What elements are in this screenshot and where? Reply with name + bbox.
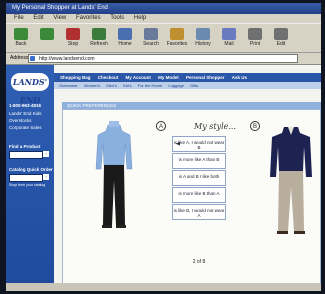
option-a-marker: A	[156, 121, 166, 131]
home-icon	[118, 28, 132, 40]
top-navigation: Shopping Bag Checkout My Account My Mode…	[54, 73, 321, 82]
address-label: Address	[10, 55, 29, 61]
option-b-marker: B	[250, 121, 260, 131]
outfit-a-image[interactable]	[94, 121, 134, 233]
find-go-button[interactable]: ›	[43, 151, 49, 157]
lands-end-logo[interactable]: LANDS' END	[11, 73, 49, 105]
menu-tools[interactable]: Tools	[110, 15, 124, 21]
menu-file[interactable]: File	[14, 15, 24, 21]
nav-my-account[interactable]: My Account	[126, 75, 151, 80]
catalog-order-label: Catalog Quick Order	[9, 167, 53, 172]
window-title: My Personal Shopper at Lands' End	[6, 3, 321, 14]
favorites-icon	[170, 28, 184, 40]
back-button[interactable]: Back	[10, 27, 32, 51]
page-icon	[30, 56, 35, 61]
refresh-button[interactable]: Refresh	[88, 27, 110, 51]
sidebar: LANDS' END 1-800-963-4816 Lands' End Kid…	[6, 65, 54, 291]
search-icon	[144, 28, 158, 40]
choice-like-b-not-a[interactable]: is like B, I would not wear A	[172, 204, 226, 220]
menu-view[interactable]: View	[53, 15, 66, 21]
catalog-order-input[interactable]	[9, 174, 43, 182]
nav-my-model[interactable]: My Model	[158, 75, 179, 80]
home-button[interactable]: Home	[114, 27, 136, 51]
nav-checkout[interactable]: Checkout	[98, 75, 119, 80]
subnav-womens[interactable]: Women's	[84, 83, 100, 88]
nav-shopping-bag[interactable]: Shopping Bag	[60, 75, 91, 80]
subnav-luggage[interactable]: Luggage	[168, 83, 184, 88]
nav-ask-us[interactable]: Ask Us	[232, 75, 247, 80]
monitor-screen: My Personal Shopper at Lands' End File E…	[6, 3, 321, 291]
catalog-go-button[interactable]: ›	[43, 174, 49, 180]
browser-toolbar: Back Stop Refresh Home Search Favorites	[6, 23, 321, 53]
print-icon	[248, 28, 262, 40]
subnav-gifts[interactable]: Gifts	[190, 83, 198, 88]
outfit-b-image[interactable]	[268, 125, 314, 237]
history-button[interactable]: History	[192, 27, 214, 51]
history-icon	[196, 28, 210, 40]
favorites-button[interactable]: Favorites	[166, 27, 188, 51]
subnav-home[interactable]: For the Home	[138, 83, 162, 88]
back-arrow-icon	[14, 28, 28, 40]
style-choice-list: ◀ is like A, I would not wear B is more …	[172, 136, 226, 221]
stop-button[interactable]: Stop	[62, 27, 84, 51]
forward-button[interactable]	[36, 27, 58, 51]
find-product-input[interactable]	[9, 151, 43, 159]
choice-more-like-b[interactable]: is more like B than A	[172, 187, 226, 203]
stop-icon	[66, 28, 80, 40]
nav-personal-shopper[interactable]: Personal Shopper	[186, 75, 225, 80]
sidebar-link-overstocks[interactable]: Overstocks	[9, 118, 32, 123]
edit-button[interactable]: Edit	[270, 27, 292, 51]
sidebar-link-corporate[interactable]: Corporate Sales	[9, 125, 42, 130]
address-bar: Address http://www.landsend.com	[6, 53, 321, 65]
mail-icon	[222, 28, 236, 40]
menu-favorites[interactable]: Favorites	[76, 15, 101, 21]
mail-button[interactable]: Mail	[218, 27, 240, 51]
menu-help[interactable]: Help	[134, 15, 146, 21]
find-product-label: Find a Product	[9, 144, 41, 149]
choice-like-a-not-b[interactable]: ◀ is like A, I would not wear B	[172, 136, 226, 152]
phone-number: 1-800-963-4816	[9, 103, 42, 108]
choice-more-like-a[interactable]: is more like A than B	[172, 153, 226, 169]
forward-arrow-icon	[40, 28, 54, 40]
menu-edit[interactable]: Edit	[33, 15, 43, 21]
subnav-kids[interactable]: Kid's	[123, 83, 132, 88]
choice-like-both[interactable]: is A and B I like both	[172, 170, 226, 186]
menu-bar: File Edit View Favorites Tools Help	[6, 14, 321, 23]
page-counter: 2 of 8	[192, 259, 206, 265]
edit-icon	[274, 28, 288, 40]
my-style-heading: My style...	[194, 122, 237, 131]
sidebar-link-kids[interactable]: Lands' End Kids	[9, 111, 41, 116]
selection-arrow-icon: ◀	[176, 141, 180, 147]
subnav-mens[interactable]: Men's	[106, 83, 117, 88]
refresh-icon	[92, 28, 106, 40]
status-bar	[6, 283, 321, 291]
subnav-outerwear[interactable]: Outerwear	[59, 83, 78, 88]
quick-preferences-header: QUICK PREFERENCES	[62, 102, 321, 109]
address-input[interactable]: http://www.landsend.com	[28, 54, 298, 63]
print-button[interactable]: Print	[244, 27, 266, 51]
category-navigation: Outerwear Women's Men's Kid's For the Ho…	[54, 82, 321, 89]
catalog-sub-link[interactable]: Shop from your catalog	[9, 183, 45, 187]
search-button[interactable]: Search	[140, 27, 162, 51]
